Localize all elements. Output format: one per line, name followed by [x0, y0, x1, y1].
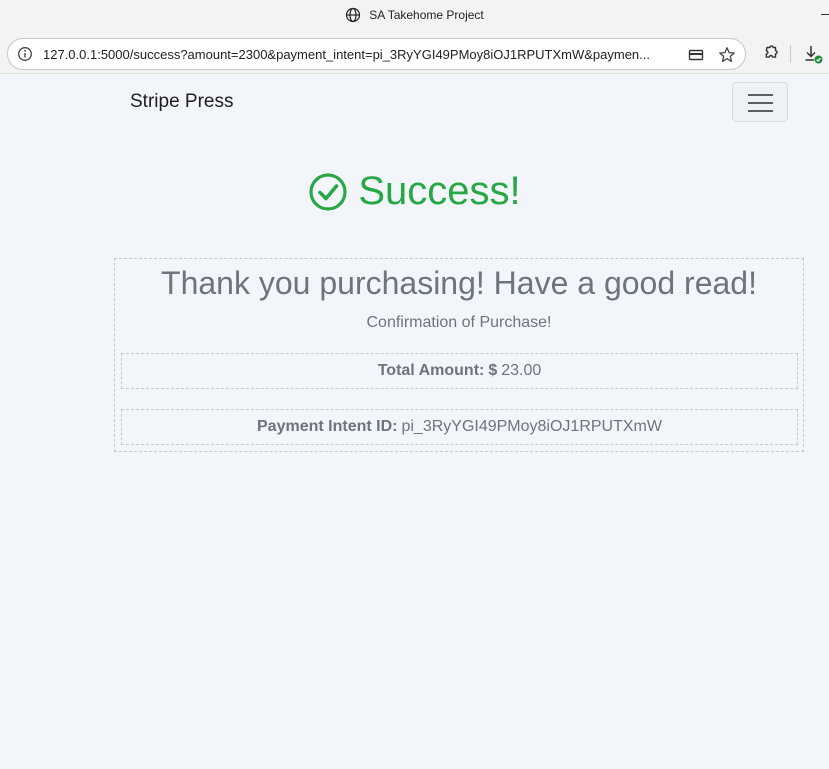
- navbar-brand[interactable]: Stripe Press: [130, 91, 233, 113]
- confirmation-text: Confirmation of Purchase!: [366, 314, 552, 331]
- download-icon[interactable]: [802, 43, 824, 65]
- purchase-card: Thank you purchasing! Have a good read! …: [114, 258, 804, 452]
- payment-intent-label: Payment Intent ID:: [257, 418, 398, 435]
- total-amount-value: 23.00: [501, 362, 542, 379]
- window-title: SA Takehome Project: [369, 8, 484, 22]
- navbar-toggle-button[interactable]: [732, 82, 788, 122]
- site-info-icon[interactable]: [17, 46, 33, 62]
- menu-icon-bar: [748, 110, 773, 112]
- total-amount-box: Total Amount: $ 23.00: [121, 353, 798, 389]
- browser-toolbar: 127.0.0.1:5000/success?amount=2300&payme…: [0, 30, 829, 74]
- window-titlebar: SA Takehome Project: [0, 0, 829, 30]
- success-heading: Success!: [0, 169, 829, 214]
- thank-you-message: Thank you purchasing! Have a good read!: [161, 265, 757, 301]
- page-content: Stripe Press Success! Thank you purchasi…: [0, 75, 829, 769]
- currency-symbol: $: [488, 362, 498, 379]
- total-amount-label: Total Amount:: [377, 362, 485, 379]
- url-text[interactable]: 127.0.0.1:5000/success?amount=2300&payme…: [43, 47, 678, 62]
- payment-intent-box: Payment Intent ID: pi_3RyYGI49PMoy8iOJ1R…: [121, 409, 798, 445]
- bookmark-star-icon[interactable]: [718, 46, 736, 64]
- menu-icon-bar: [748, 102, 773, 104]
- globe-icon: [346, 7, 361, 23]
- address-bar[interactable]: 127.0.0.1:5000/success?amount=2300&payme…: [7, 38, 746, 70]
- extensions-icon[interactable]: [760, 44, 780, 64]
- menu-icon-bar: [748, 94, 773, 96]
- minimize-button[interactable]: [821, 14, 829, 15]
- toolbar-separator: [790, 45, 791, 63]
- success-text: Success!: [358, 169, 521, 213]
- payment-card-icon[interactable]: [688, 47, 704, 63]
- payment-intent-value: pi_3RyYGI49PMoy8iOJ1RPUTXmW: [401, 418, 662, 435]
- check-circle-icon: [309, 172, 347, 211]
